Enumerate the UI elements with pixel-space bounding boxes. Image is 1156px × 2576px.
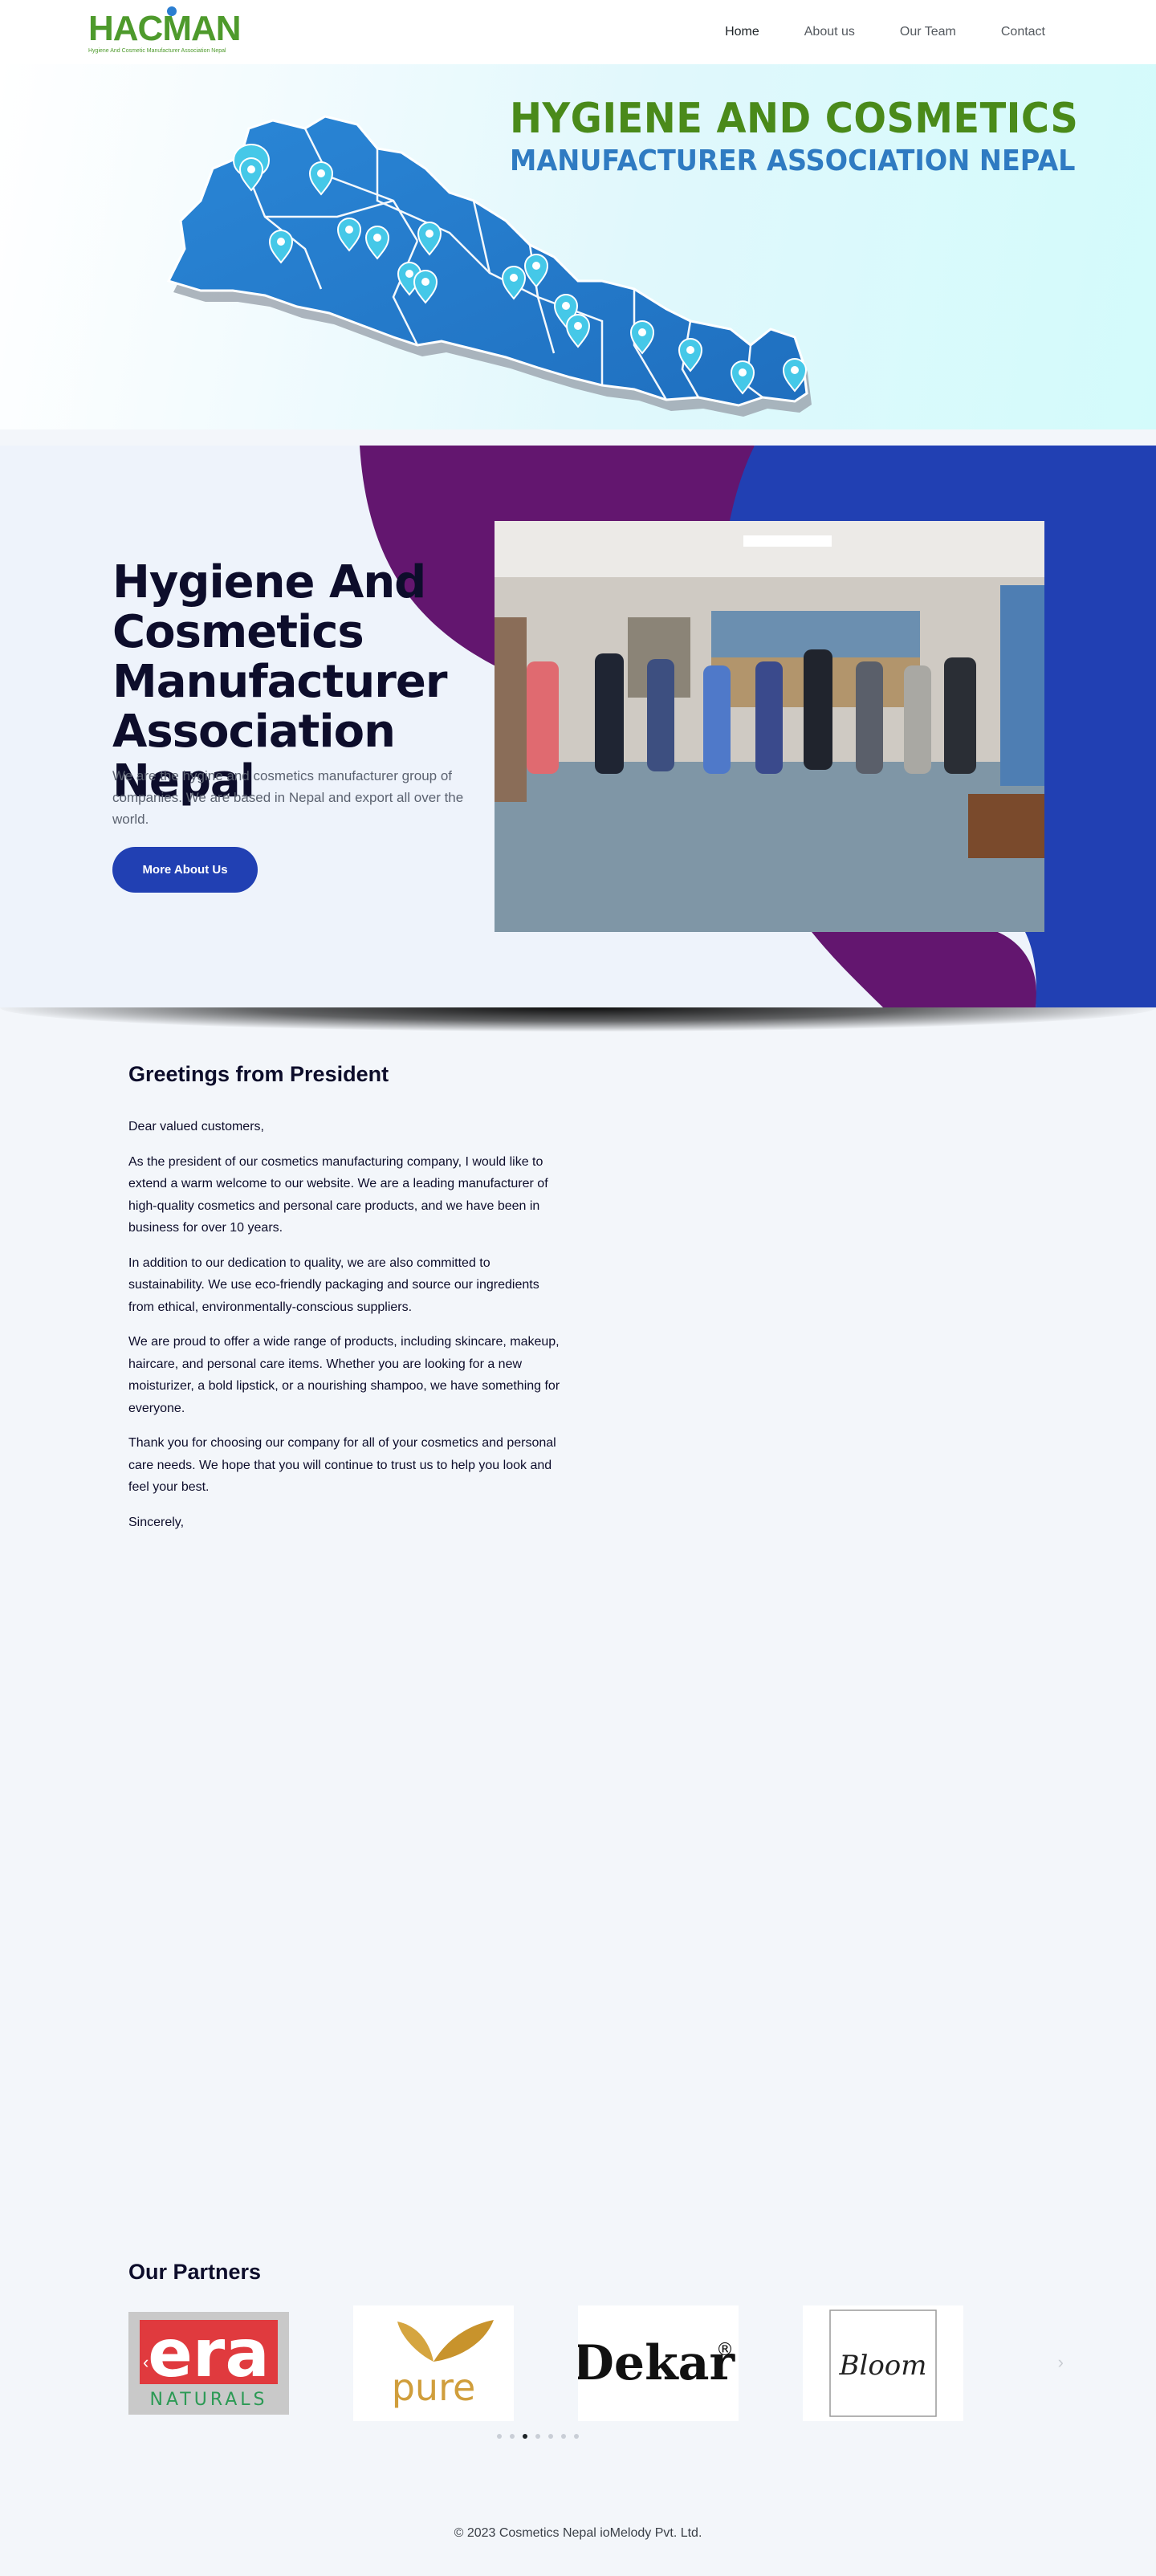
greetings-heading: Greetings from President xyxy=(128,1062,389,1086)
map-pin-dot xyxy=(638,328,646,336)
greetings-paragraph: As the president of our cosmetics manufa… xyxy=(128,1154,548,1235)
era-logo-subtext: NATURALS xyxy=(149,2390,267,2410)
greetings-paragraph: Sincerely, xyxy=(128,1515,185,1529)
site-logo[interactable]: HACMAN Hygiene And Cosmetic Manufacturer… xyxy=(88,6,242,54)
carousel-dot[interactable] xyxy=(497,2434,502,2439)
map-pin-dot xyxy=(421,278,429,286)
carousel-dot[interactable] xyxy=(510,2434,515,2439)
map-pin-dot xyxy=(345,226,353,234)
map-pin-dot xyxy=(791,366,799,374)
nav-about-us[interactable]: About us xyxy=(782,25,877,39)
logo-subtext: Hygiene And Cosmetic Manufacturer Associ… xyxy=(88,47,226,54)
map-pin-dot xyxy=(686,346,694,354)
map-pin-dot xyxy=(510,274,518,282)
partners-carousel: era NATURALS pure Dekar ® Bloom ‹ › xyxy=(128,2305,1064,2426)
site-header: HACMAN Hygiene And Cosmetic Manufacturer… xyxy=(0,0,1156,64)
map-pin-dot xyxy=(532,262,540,270)
map-pin-dot xyxy=(739,368,747,376)
greetings-paragraph: Thank you for choosing our company for a… xyxy=(128,1436,556,1494)
map-pin-dot xyxy=(405,270,413,278)
map-pin-dot xyxy=(373,234,381,242)
dekar-logo-text: Dekar xyxy=(578,2335,736,2391)
bloom-logo-text: Bloom xyxy=(838,2350,926,2382)
carousel-dot-active[interactable] xyxy=(523,2434,527,2439)
partner-logo-pure[interactable]: pure xyxy=(353,2305,514,2421)
greetings-paragraph: Dear valued customers, xyxy=(128,1120,264,1133)
nav-home[interactable]: Home xyxy=(702,25,782,39)
partner-logo-era[interactable]: era NATURALS xyxy=(128,2312,289,2415)
footer-copyright: © 2023 Cosmetics Nepal ioMelody Pvt. Ltd… xyxy=(454,2526,702,2540)
team-group-photo xyxy=(495,521,1044,932)
carousel-slides: era NATURALS pure Dekar ® Bloom xyxy=(128,2305,1028,2421)
map-pin-dot xyxy=(317,169,325,177)
greetings-paragraph: We are proud to offer a wide range of pr… xyxy=(128,1335,560,1415)
banner-subtitle: MANUFACTURER ASSOCIATION NEPAL xyxy=(510,144,1076,177)
map-pin-dot xyxy=(574,322,582,330)
partners-heading: Our Partners xyxy=(128,2260,262,2284)
carousel-dot[interactable] xyxy=(574,2434,579,2439)
banner: HYGIENE AND COSMETICS MANUFACTURER ASSOC… xyxy=(0,64,1156,429)
carousel-dot[interactable] xyxy=(535,2434,540,2439)
pure-logo-text: pure xyxy=(392,2366,476,2409)
partners-section: Our Partners era NATURALS pure Dekar ® B… xyxy=(0,2260,1156,2491)
map-pin-dot xyxy=(277,238,285,246)
carousel-dot[interactable] xyxy=(561,2434,566,2439)
carousel-next-icon[interactable]: › xyxy=(1058,2352,1064,2373)
map-pin-dot xyxy=(247,165,255,173)
greetings-paragraph: In addition to our dedication to quality… xyxy=(128,1255,539,1314)
shadow-divider xyxy=(0,1007,1156,1056)
hero-description: We are the hygine and cosmetics manufact… xyxy=(112,768,464,827)
carousel-prev-icon[interactable]: ‹ xyxy=(143,2352,149,2373)
hero-section: Hygiene And Cosmetics Manufacturer Assoc… xyxy=(0,446,1156,1007)
partner-logo-bloom[interactable]: Bloom xyxy=(803,2305,963,2421)
partner-logo-dekar[interactable]: Dekar ® xyxy=(578,2305,739,2421)
logo-dot-icon xyxy=(167,6,177,16)
more-about-us-button[interactable]: More About Us xyxy=(112,847,258,893)
map-pin-dot xyxy=(425,230,434,238)
site-footer: © 2023 Cosmetics Nepal ioMelody Pvt. Ltd… xyxy=(0,2491,1156,2576)
greetings-section: Greetings from President Dear valued cus… xyxy=(0,1056,1156,2260)
banner-title: HYGIENE AND COSMETICS xyxy=(510,95,1079,143)
section-gap xyxy=(0,429,1156,446)
logo-text: HACMAN xyxy=(88,6,242,47)
nav-contact[interactable]: Contact xyxy=(979,25,1068,39)
carousel-dots xyxy=(490,2434,586,2439)
era-logo-text: era xyxy=(148,2316,269,2392)
map-pin-dot xyxy=(562,302,570,310)
registered-mark: ® xyxy=(716,2340,734,2360)
main-nav: Home About us Our Team Contact xyxy=(702,25,1068,39)
nav-our-team[interactable]: Our Team xyxy=(877,25,979,39)
carousel-dot[interactable] xyxy=(548,2434,553,2439)
